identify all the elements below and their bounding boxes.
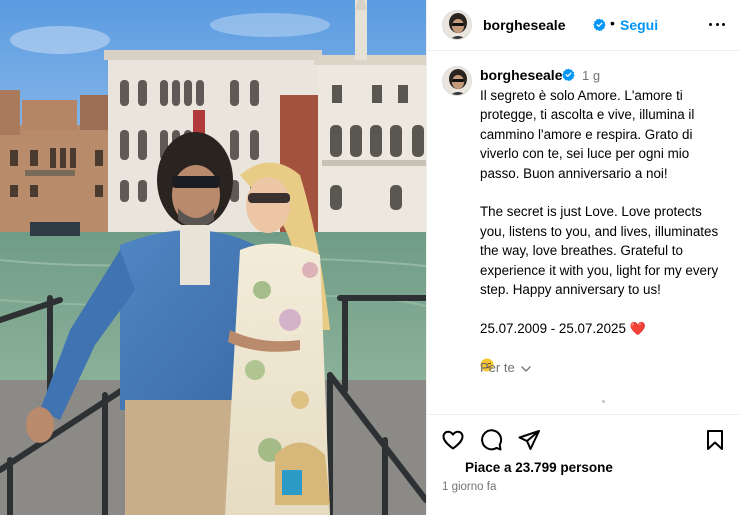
dates-text: 25.07.2009 - 25.07.2025	[480, 320, 626, 336]
share-button[interactable]	[517, 428, 541, 452]
heart-outline-icon	[442, 430, 464, 450]
caption-line-en: the way, love breathes. Grateful to	[480, 243, 683, 259]
bookmark-icon	[707, 430, 723, 450]
follow-button[interactable]: Segui	[620, 17, 658, 33]
caption-line: viverlo con te, sei luce per ogni mio	[480, 146, 690, 162]
caption-line: protegge, ti ascolta e vive, illumina il	[480, 107, 695, 123]
caption-line: Il segreto è solo Amore. L'amore ti	[480, 88, 683, 103]
comment-bubble-icon	[481, 429, 503, 451]
anniversary-dates: 25.07.2009 - 25.07.2025 ❤️	[480, 319, 738, 338]
red-heart-emoji: ❤️	[629, 320, 646, 336]
header-separator: •	[610, 15, 615, 31]
caption-line-en: you, listens to you, and lives, illumina…	[480, 223, 719, 239]
caption-area: borgheseale 1 g Il segreto è solo Amore.…	[427, 51, 740, 411]
paper-plane-icon	[518, 430, 540, 450]
avatar-image	[443, 67, 471, 95]
verified-badge-icon	[562, 68, 575, 81]
comment-button[interactable]	[479, 428, 503, 452]
caption-line-en: step. Happy anniversary to us!	[480, 282, 661, 298]
action-bar	[427, 424, 740, 456]
caption-line-en: experience it with you, light for my eve…	[480, 262, 719, 278]
post-timestamp[interactable]: 1 giorno fa	[442, 481, 496, 493]
post-photo[interactable]	[0, 0, 426, 515]
caption-avatar[interactable]	[442, 66, 472, 96]
per-te-toggle[interactable]: Per te	[480, 360, 532, 375]
caption-line-en: The secret is just Love. Love protects	[480, 204, 702, 220]
caption-text: Il segreto è solo Amore. L'amore ti prot…	[480, 86, 738, 377]
caption-username[interactable]: borgheseale	[480, 67, 562, 83]
caption-time[interactable]: 1 g	[582, 68, 600, 83]
save-button[interactable]	[703, 428, 727, 452]
header-username[interactable]: borgheseale	[483, 17, 565, 33]
per-te-label: Per te	[480, 360, 515, 375]
post-header: borgheseale • Segui	[427, 0, 740, 50]
post-side-panel: borgheseale • Segui borgheseale 1 g Il s…	[426, 0, 740, 515]
avatar[interactable]	[442, 10, 472, 40]
more-options-icon[interactable]	[705, 12, 729, 36]
scroll-indicator-dot	[602, 400, 605, 403]
caption-line: cammino l'amore e respira. Grato di	[480, 126, 693, 142]
caption-line: passo. Buon anniversario a noi!	[480, 165, 668, 181]
likes-count[interactable]: Piace a 23.799 persone	[465, 460, 613, 475]
like-button[interactable]	[441, 428, 465, 452]
chevron-down-icon	[521, 365, 531, 372]
venice-couple-photo	[0, 0, 426, 515]
verified-badge-icon	[593, 18, 606, 31]
avatar-image	[443, 11, 471, 39]
actions-divider	[427, 414, 740, 415]
